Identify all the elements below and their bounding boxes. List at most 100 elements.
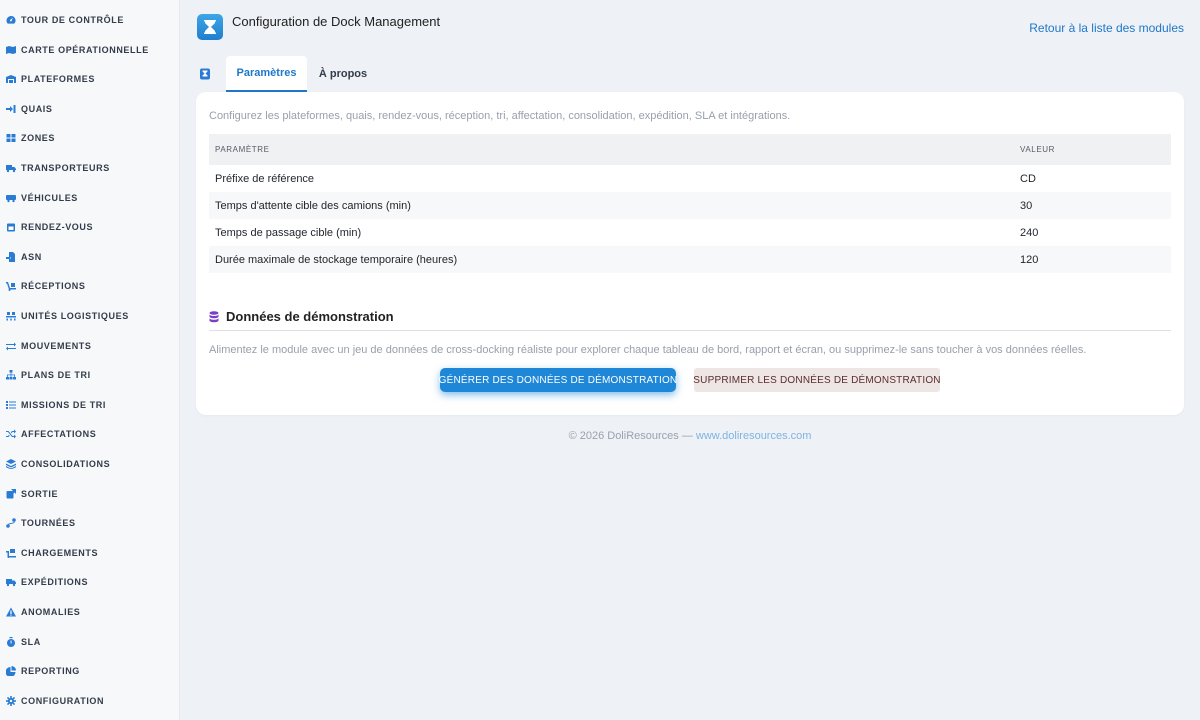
- sidebar-item-label: CONFIGURATION: [21, 695, 105, 706]
- settings-intro: Configurez les plateformes, quais, rende…: [209, 110, 791, 122]
- sidebar-item-label: QUAIS: [21, 103, 53, 114]
- sidebar-item-chargements[interactable]: CHARGEMENTS: [0, 543, 180, 563]
- sidebar-item-label: ANOMALIES: [21, 607, 81, 617]
- dock-hourglass-icon: [197, 14, 223, 40]
- sidebar-item-label: RENDEZ-VOUS: [21, 222, 94, 233]
- sign-in-icon: [6, 104, 16, 114]
- sidebar-item-configuration[interactable]: CONFIGURATION: [0, 691, 180, 711]
- sidebar-item-sla[interactable]: SLA: [0, 632, 180, 652]
- file-import-icon: [6, 251, 16, 262]
- sidebar-item-label: PLATEFORMES: [21, 74, 95, 85]
- dolly-icon: [6, 281, 16, 292]
- warning-icon: [6, 607, 16, 617]
- sidebar-item-affectations[interactable]: AFFECTATIONS: [0, 424, 180, 444]
- sidebar-item-unites-logistiques[interactable]: UNITÉS LOGISTIQUES: [0, 306, 180, 326]
- param-label: Durée maximale de stockage temporaire (h…: [215, 254, 458, 266]
- divider: [209, 330, 1171, 331]
- sidebar-item-sortie[interactable]: SORTIE: [0, 484, 180, 504]
- table-row: Durée maximale de stockage temporaire (h…: [209, 246, 1171, 273]
- pallet-icon: [6, 311, 16, 321]
- sidebar-item-label: TOUR DE CONTRÔLE: [21, 15, 124, 25]
- param-value: 120: [1020, 254, 1039, 266]
- sidebar-item-rendez-vous[interactable]: RENDEZ-VOUS: [0, 217, 180, 237]
- column-header-parametre: PARAMÈTRE: [215, 145, 270, 154]
- sidebar-item-label: SLA: [21, 636, 41, 647]
- sidebar-item-label: MOUVEMENTS: [21, 340, 92, 351]
- sidebar-item-receptions[interactable]: RÉCEPTIONS: [0, 276, 180, 296]
- shuffle-icon: [6, 429, 16, 439]
- sidebar-item-label: EXPÉDITIONS: [21, 577, 89, 588]
- sidebar-item-label: RÉCEPTIONS: [21, 281, 86, 292]
- param-label: Temps de passage cible (min): [215, 227, 362, 239]
- pie-chart-icon: [6, 666, 16, 677]
- calendar-icon: [6, 222, 16, 232]
- sidebar-item-label: AFFECTATIONS: [21, 429, 97, 440]
- list-icon: [6, 400, 16, 410]
- param-value: 240: [1020, 227, 1039, 239]
- param-value: 30: [1020, 200, 1033, 212]
- tab-a-propos[interactable]: À propos: [312, 56, 374, 92]
- param-value: CD: [1020, 173, 1036, 185]
- column-header-valeur: VALEUR: [1020, 145, 1056, 154]
- sidebar-item-label: CONSOLIDATIONS: [21, 459, 111, 469]
- sidebar-item-consolidations[interactable]: CONSOLIDATIONS: [0, 454, 180, 474]
- demo-data-title: Données de démonstration: [226, 309, 394, 324]
- shipping-icon: [6, 577, 16, 587]
- sidebar-item-label: TRANSPORTEURS: [21, 163, 110, 173]
- sidebar-item-asn[interactable]: ASN: [0, 247, 180, 267]
- delete-demo-data-button[interactable]: SUPPRIMER LES DONNÉES DE DÉMONSTRATION: [693, 368, 941, 392]
- param-label: Préfixe de référence: [215, 173, 315, 185]
- layers-icon: [6, 459, 16, 469]
- sidebar-item-label: SORTIE: [21, 488, 59, 499]
- sidebar-item-label: CHARGEMENTS: [21, 547, 99, 558]
- truck-icon: [6, 163, 16, 173]
- database-icon: [209, 310, 219, 323]
- footer-copyright: © 2026 DoliResources —: [568, 430, 696, 442]
- sidebar-item-label: CARTE OPÉRATIONNELLE: [21, 44, 149, 55]
- truck-loading-icon: [6, 548, 16, 558]
- tab-parametres[interactable]: Paramètres: [226, 56, 307, 92]
- sidebar-item-tour-de-controle[interactable]: TOUR DE CONTRÔLE: [0, 10, 180, 30]
- page-title: Configuration de Dock Management: [232, 14, 441, 29]
- stopwatch-icon: [6, 636, 16, 647]
- sidebar-item-label: MISSIONS DE TRI: [21, 399, 107, 410]
- sidebar-item-transporteurs[interactable]: TRANSPORTEURS: [0, 158, 180, 178]
- sidebar-item-plateformes[interactable]: PLATEFORMES: [0, 69, 180, 89]
- sidebar-item-quais[interactable]: QUAIS: [0, 99, 180, 119]
- table-row: Préfixe de référence CD: [209, 165, 1171, 192]
- sidebar-item-tournees[interactable]: TOURNÉES: [0, 513, 180, 533]
- sidebar-item-anomalies[interactable]: ANOMALIES: [0, 602, 180, 622]
- sidebar-item-missions-de-tri[interactable]: MISSIONS DE TRI: [0, 395, 180, 415]
- footer: © 2026 DoliResources — www.doliresources…: [196, 430, 1184, 442]
- sidebar: TOUR DE CONTRÔLE CARTE OPÉRATIONNELLE PLAT…: [0, 0, 180, 720]
- sidebar-item-reporting[interactable]: REPORTING: [0, 661, 180, 681]
- sidebar-item-label: PLANS DE TRI: [21, 370, 91, 381]
- settings-card: Configurez les plateformes, quais, rende…: [196, 92, 1184, 415]
- gear-icon: [6, 695, 16, 706]
- grid-icon: [6, 133, 16, 143]
- sidebar-item-carte-operationnelle[interactable]: CARTE OPÉRATIONNELLE: [0, 40, 180, 60]
- sidebar-item-plans-de-tri[interactable]: PLANS DE TRI: [0, 365, 180, 385]
- sidebar-item-mouvements[interactable]: MOUVEMENTS: [0, 336, 180, 356]
- route-icon: [6, 518, 16, 528]
- sidebar-item-vehicules[interactable]: VÉHICULES: [0, 188, 180, 208]
- settings-table-header: PARAMÈTRE VALEUR: [209, 134, 1171, 165]
- sitemap-icon: [6, 370, 16, 380]
- export-icon: [6, 488, 16, 499]
- table-row: Temps de passage cible (min) 240: [209, 219, 1171, 246]
- param-label: Temps d'attente cible des camions (min): [215, 200, 411, 212]
- sidebar-item-label: ASN: [21, 251, 42, 262]
- back-to-modules-link[interactable]: Retour à la liste des modules: [1029, 21, 1184, 35]
- sidebar-item-label: VÉHICULES: [21, 192, 78, 203]
- sidebar-item-label: TOURNÉES: [21, 518, 76, 529]
- sidebar-item-label: UNITÉS LOGISTIQUES: [21, 311, 129, 321]
- sidebar-item-expeditions[interactable]: EXPÉDITIONS: [0, 572, 180, 592]
- demo-data-description: Alimentez le module avec un jeu de donné…: [209, 344, 1087, 356]
- generate-demo-data-button[interactable]: GÉNÉRER DES DONNÉES DE DÉMONSTRATION: [439, 368, 677, 392]
- map-icon: [6, 45, 16, 55]
- sidebar-item-zones[interactable]: ZONES: [0, 128, 180, 148]
- sidebar-item-label: REPORTING: [21, 666, 80, 677]
- table-row: Temps d'attente cible des camions (min) …: [209, 192, 1171, 219]
- footer-link[interactable]: www.doliresources.com: [696, 430, 812, 442]
- exchange-icon: [6, 341, 16, 351]
